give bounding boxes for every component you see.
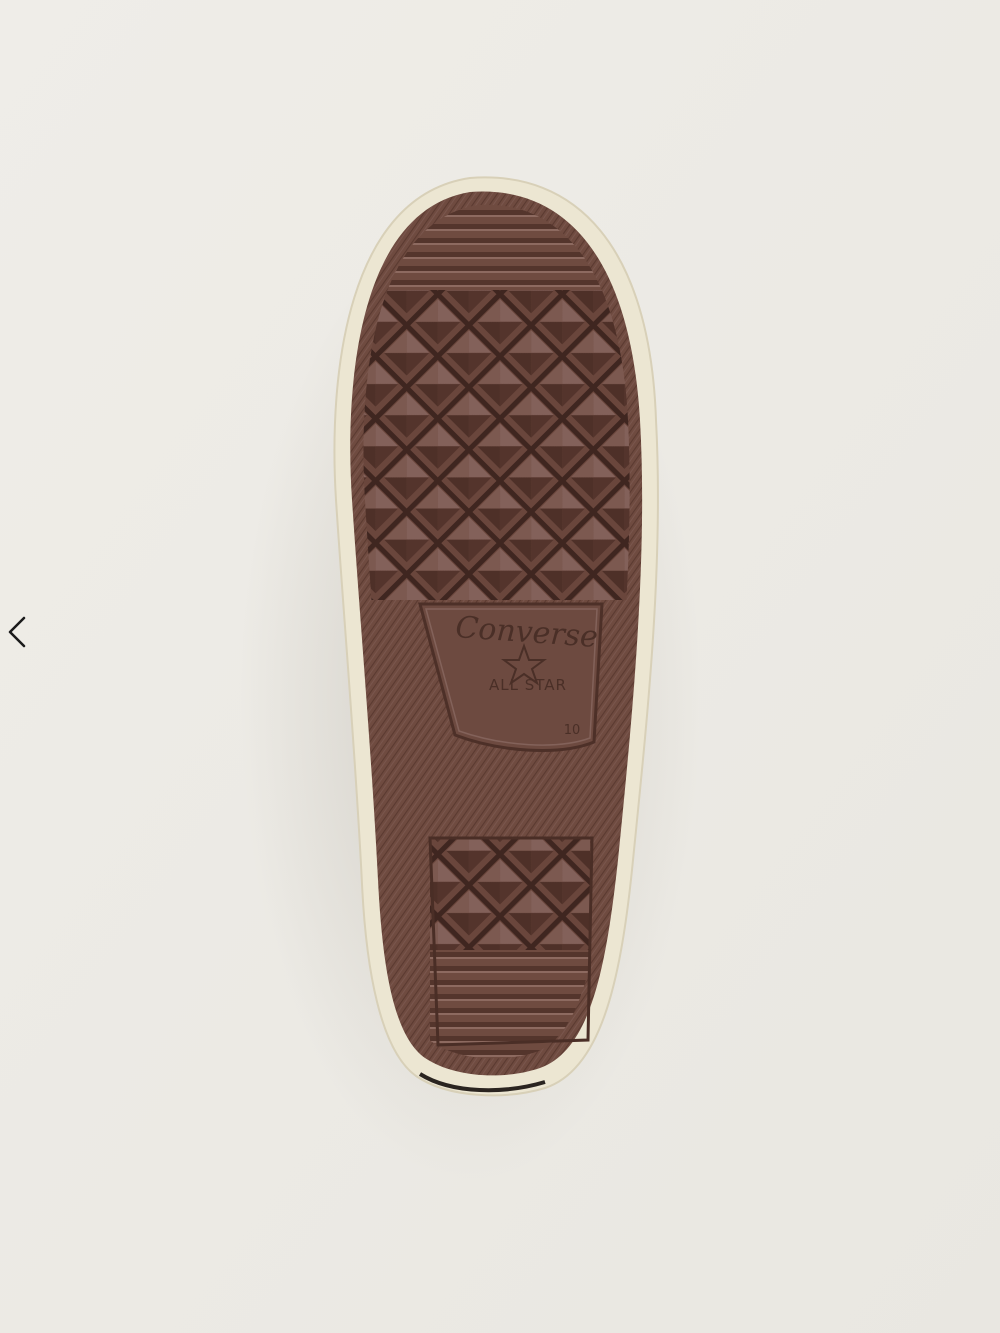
previous-image-button[interactable] [0,608,34,656]
svg-text:ALL STAR: ALL STAR [489,676,567,694]
product-image-viewer: Converse ALL STAR 10 [0,0,1000,1333]
svg-text:10: 10 [564,723,581,738]
chevron-left-icon [8,616,26,648]
shoe-outsole-image: Converse ALL STAR 10 [0,0,1000,1333]
